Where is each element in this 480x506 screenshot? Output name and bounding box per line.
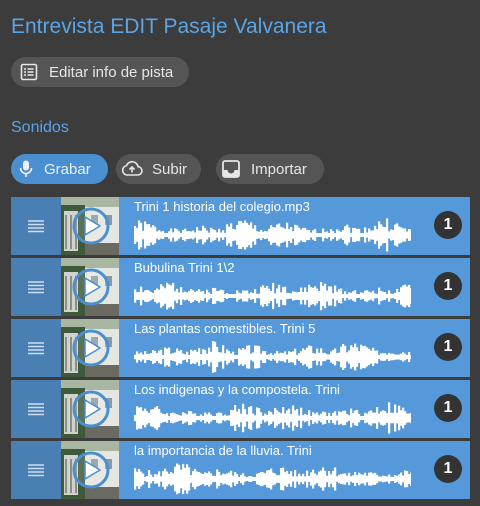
count-badge: 1 (434, 272, 462, 300)
count-badge: 1 (434, 455, 462, 483)
upload-label: Subir (152, 160, 188, 178)
drag-handle-icon[interactable] (11, 258, 61, 316)
drag-handle-icon[interactable] (11, 380, 61, 438)
import-label: Importar (251, 160, 307, 178)
track-name: Las plantas comestibles. Trini 5 (134, 321, 316, 336)
play-icon[interactable] (71, 389, 111, 429)
upload-button[interactable]: Subir (116, 154, 201, 184)
play-icon[interactable] (71, 450, 111, 490)
drag-handle-icon[interactable] (11, 441, 61, 499)
track-name: la importancia de la lluvia. Trini (134, 443, 312, 458)
track-row[interactable]: Trini 1 historia del colegio.mp3 1 (11, 197, 470, 255)
play-icon[interactable] (71, 328, 111, 368)
waveform[interactable] (134, 339, 411, 375)
track-row[interactable]: la importancia de la lluvia. Trini 1 (11, 441, 470, 499)
waveform[interactable] (134, 400, 411, 436)
cloud-upload-icon (120, 159, 144, 179)
sounds-section-title: Sonidos (11, 119, 69, 136)
track-name: Trini 1 historia del colegio.mp3 (134, 199, 310, 214)
page-title: Entrevista EDIT Pasaje Valvanera (11, 15, 327, 38)
edit-track-info-label: Editar info de pista (49, 63, 174, 81)
record-label: Grabar (44, 160, 91, 178)
track-row[interactable]: Las plantas comestibles. Trini 5 1 (11, 319, 470, 377)
track-name: Bubulina Trini 1\2 (134, 260, 235, 275)
record-button[interactable]: Grabar (11, 154, 108, 184)
waveform[interactable] (134, 461, 411, 497)
inbox-icon (220, 158, 242, 180)
track-row[interactable]: Bubulina Trini 1\2 1 (11, 258, 470, 316)
count-badge: 1 (434, 333, 462, 361)
microphone-icon (18, 159, 34, 179)
edit-track-info-button[interactable]: Editar info de pista (11, 57, 189, 87)
waveform[interactable] (134, 217, 411, 253)
drag-handle-icon[interactable] (11, 319, 61, 377)
play-icon[interactable] (71, 267, 111, 307)
count-badge: 1 (434, 394, 462, 422)
waveform[interactable] (134, 278, 411, 314)
drag-handle-icon[interactable] (11, 197, 61, 255)
list-icon (19, 62, 39, 82)
track-row[interactable]: Los indigenas y la compostela. Trini 1 (11, 380, 470, 438)
track-name: Los indigenas y la compostela. Trini (134, 382, 340, 397)
import-button[interactable]: Importar (216, 154, 324, 184)
track-list: Trini 1 historia del colegio.mp3 1 Bubulin… (11, 197, 470, 502)
count-badge: 1 (434, 211, 462, 239)
play-icon[interactable] (71, 206, 111, 246)
